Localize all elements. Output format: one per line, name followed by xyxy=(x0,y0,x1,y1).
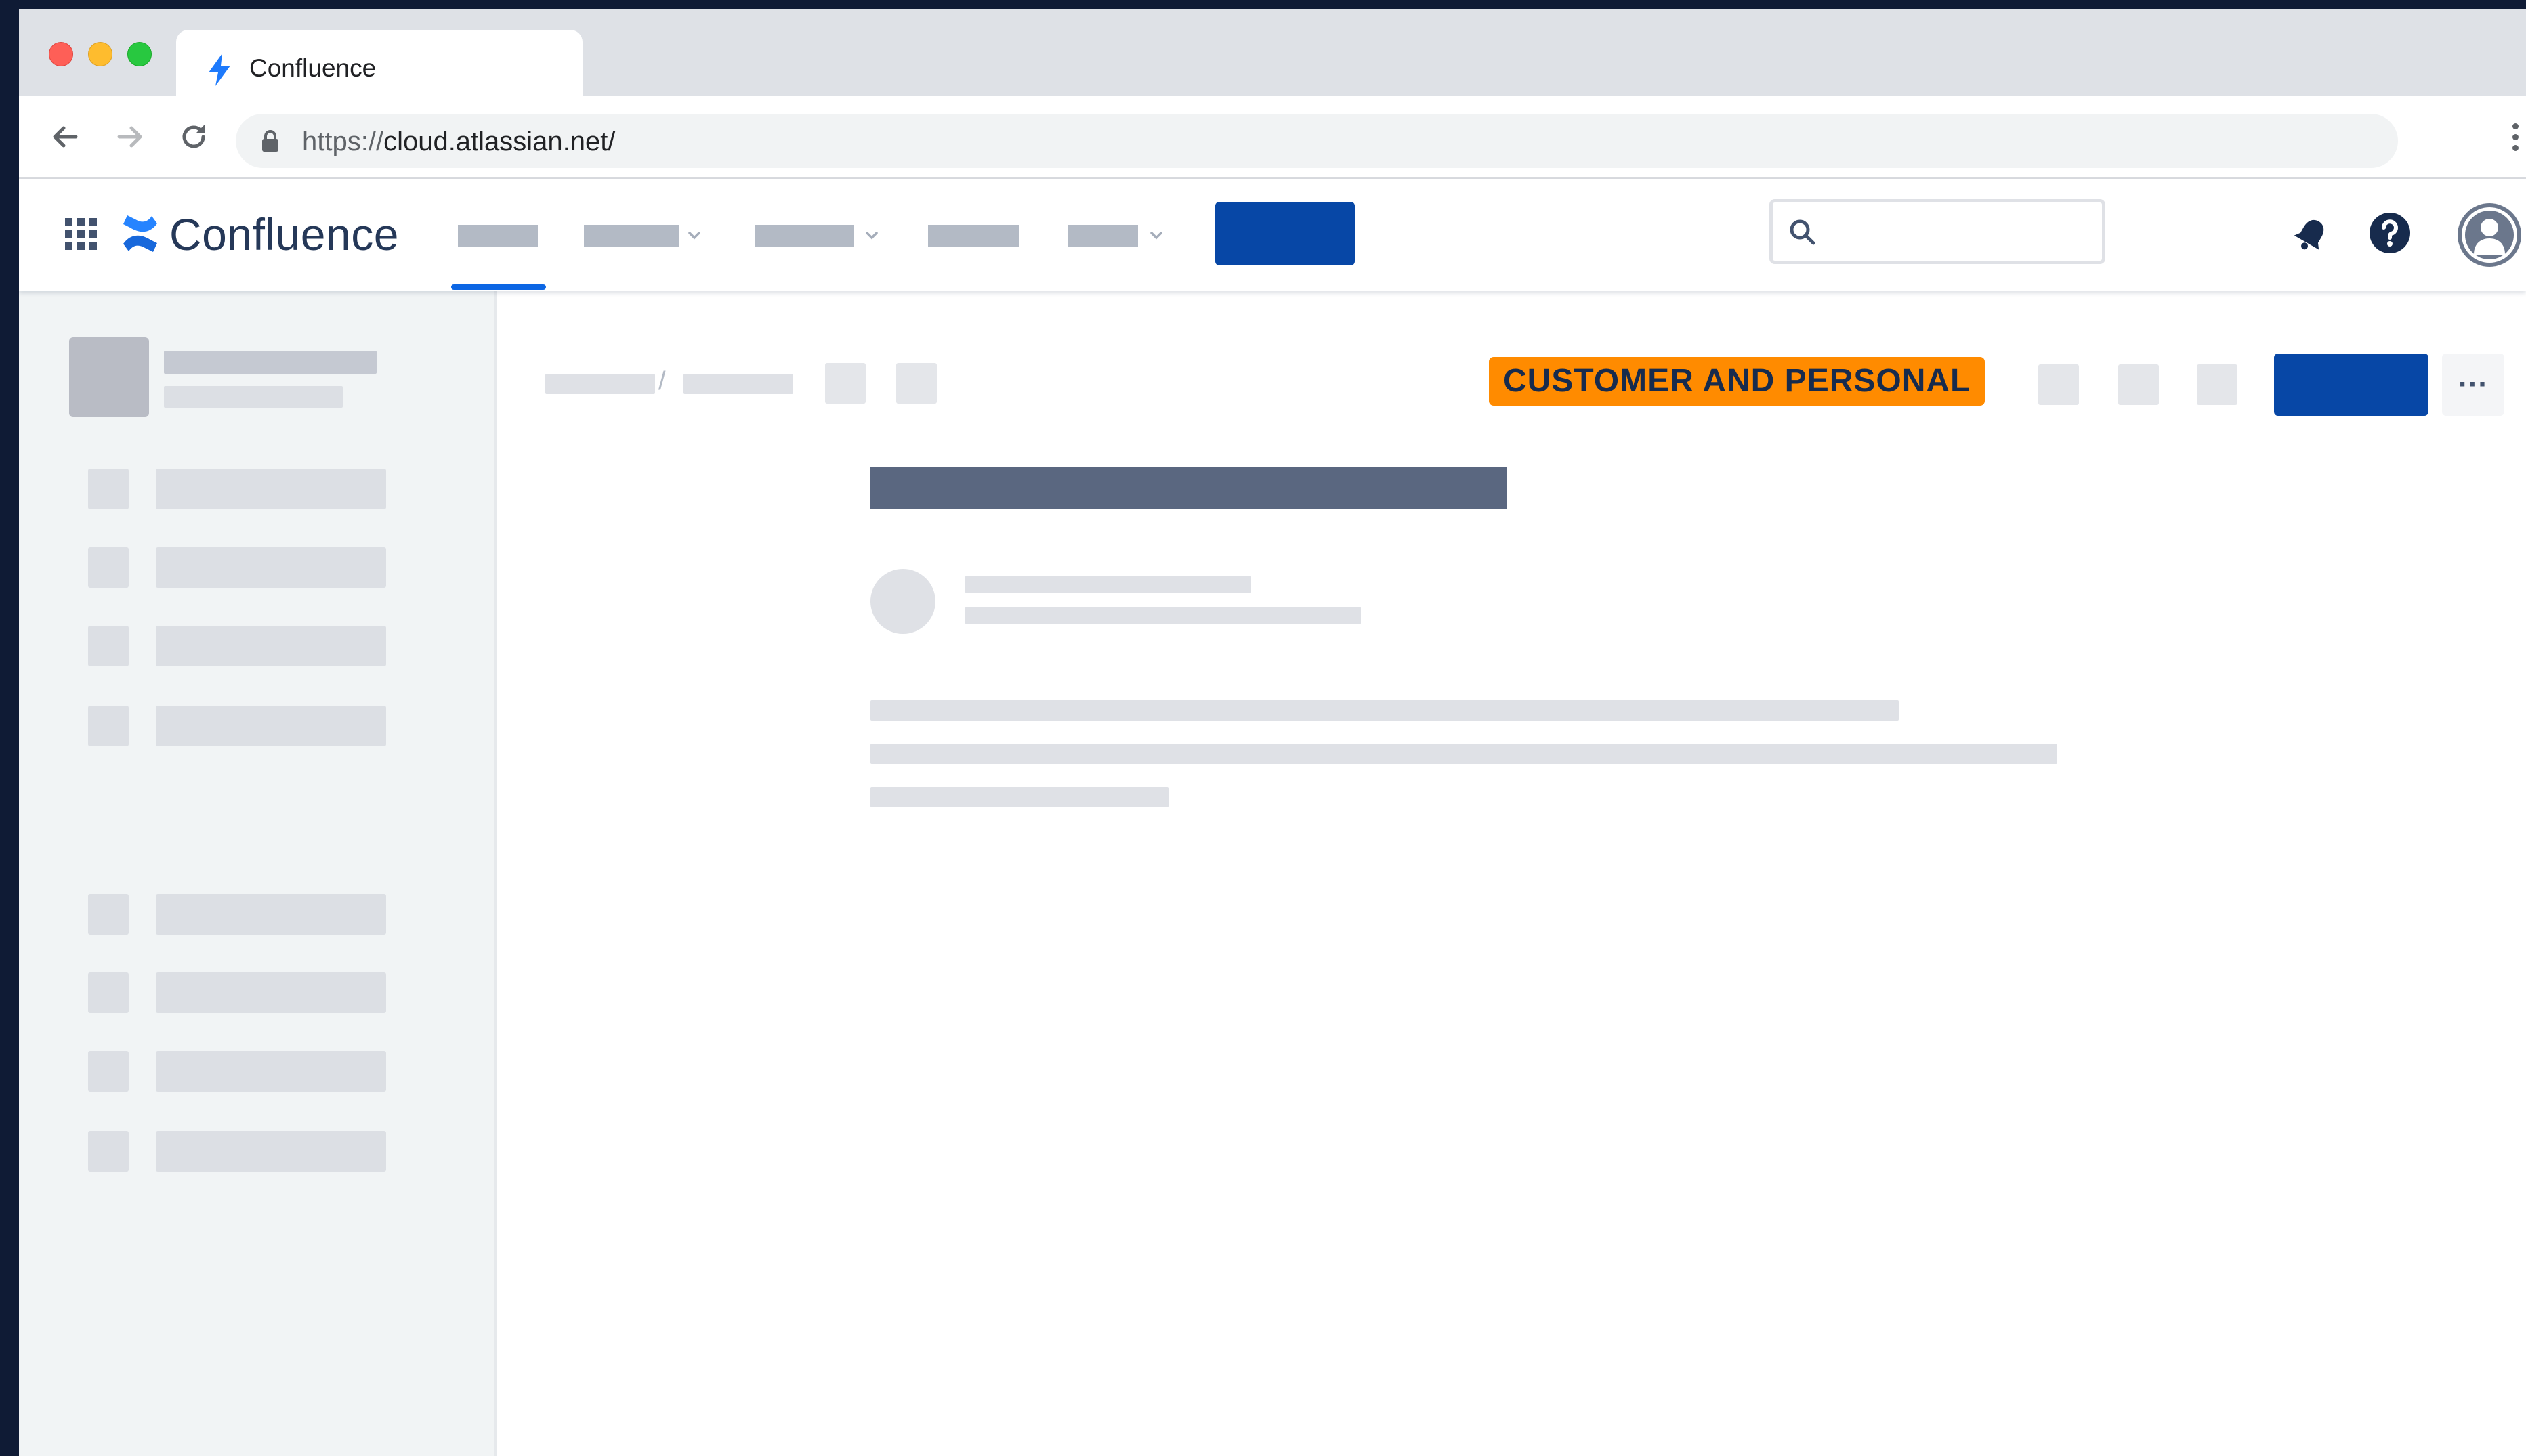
breadcrumb-item[interactable] xyxy=(683,374,793,394)
browser-toolbar: https://cloud.atlassian.net/ xyxy=(19,96,2526,179)
window-minimize-button[interactable] xyxy=(88,42,112,66)
sidebar-item[interactable] xyxy=(88,469,386,509)
sidebar-item[interactable] xyxy=(88,626,386,666)
sidebar-item-icon xyxy=(88,469,129,509)
sidebar-item-label xyxy=(156,1131,386,1172)
window-maximize-button[interactable] xyxy=(127,42,152,66)
address-bar[interactable]: https://cloud.atlassian.net/ xyxy=(236,114,2398,168)
author-avatar[interactable] xyxy=(870,569,935,634)
space-avatar[interactable] xyxy=(69,337,149,417)
page-tool-button[interactable] xyxy=(2118,364,2159,405)
sidebar-item-icon xyxy=(88,1051,129,1092)
app-header: Confluence xyxy=(19,179,2526,291)
sidebar-item[interactable] xyxy=(88,1051,386,1092)
page-content: / CUSTOMER AND PERSONAL ··· xyxy=(497,291,2526,1456)
sidebar-item[interactable] xyxy=(88,1131,386,1172)
sidebar-item-label xyxy=(156,894,386,935)
page-tool-button[interactable] xyxy=(2197,364,2237,405)
browser-tab-strip: Confluence xyxy=(19,9,2526,104)
product-name[interactable]: Confluence xyxy=(169,209,399,260)
back-arrow-icon[interactable] xyxy=(49,121,81,153)
sidebar-item[interactable] xyxy=(88,547,386,588)
sidebar-item-label xyxy=(156,469,386,509)
page-tool-button[interactable] xyxy=(2038,364,2079,405)
sidebar-item[interactable] xyxy=(88,706,386,746)
space-title-placeholder[interactable] xyxy=(164,351,377,374)
nav-item-1[interactable] xyxy=(458,225,538,247)
notification-bell-icon[interactable] xyxy=(2291,214,2332,255)
create-button[interactable] xyxy=(1215,202,1355,265)
sidebar-item-label xyxy=(156,1051,386,1092)
lightning-icon xyxy=(209,53,230,86)
author-name[interactable] xyxy=(965,576,1251,593)
app-switcher-icon[interactable] xyxy=(64,217,99,252)
confluence-logo-icon[interactable] xyxy=(121,213,160,255)
active-nav-indicator xyxy=(451,284,546,290)
browser-menu-icon[interactable] xyxy=(2512,123,2521,157)
sidebar-item-icon xyxy=(88,1131,129,1172)
breadcrumb-separator: / xyxy=(658,367,666,395)
sidebar-item-icon xyxy=(88,894,129,935)
nav-item-2[interactable] xyxy=(584,225,679,247)
chevron-down-icon[interactable] xyxy=(862,225,882,245)
body-text-line xyxy=(870,787,1169,807)
search-field[interactable] xyxy=(1769,199,2105,264)
sidebar-item-icon xyxy=(88,547,129,588)
user-avatar-icon[interactable] xyxy=(2456,202,2523,268)
search-icon xyxy=(1790,219,1815,245)
browser-tab-title: Confluence xyxy=(249,54,377,82)
classification-badge[interactable]: CUSTOMER AND PERSONAL xyxy=(1489,357,1985,406)
space-sidebar xyxy=(19,291,497,1456)
lock-icon xyxy=(262,130,278,152)
sidebar-item-icon xyxy=(88,972,129,1013)
help-icon[interactable] xyxy=(2368,211,2412,255)
space-subtitle-placeholder xyxy=(164,386,343,408)
sidebar-item-label xyxy=(156,547,386,588)
chevron-down-icon[interactable] xyxy=(1146,225,1166,245)
nav-item-3[interactable] xyxy=(755,225,854,247)
browser-window: Confluence https://cloud.atlassian.net/ xyxy=(19,9,2526,1456)
page-info-button[interactable] xyxy=(896,363,937,404)
url-text: https://cloud.atlassian.net/ xyxy=(302,127,616,156)
body-text-line xyxy=(870,700,1899,721)
search-input[interactable] xyxy=(1827,208,2094,257)
page-title xyxy=(870,467,1507,509)
forward-arrow-icon[interactable] xyxy=(114,121,146,153)
nav-item-5[interactable] xyxy=(1068,225,1138,247)
sidebar-item-label xyxy=(156,706,386,746)
sidebar-item-icon xyxy=(88,706,129,746)
primary-action-button[interactable] xyxy=(2274,354,2428,416)
breadcrumb-item[interactable] xyxy=(545,374,655,394)
nav-item-4[interactable] xyxy=(928,225,1019,247)
sidebar-item-label xyxy=(156,626,386,666)
more-actions-button[interactable]: ··· xyxy=(2442,354,2504,416)
reload-icon[interactable] xyxy=(177,121,210,153)
window-close-button[interactable] xyxy=(49,42,73,66)
sidebar-item-icon xyxy=(88,626,129,666)
sidebar-item[interactable] xyxy=(88,972,386,1013)
page-metadata xyxy=(965,607,1361,624)
page-restrictions-button[interactable] xyxy=(825,363,866,404)
sidebar-item-label xyxy=(156,972,386,1013)
body-text-line xyxy=(870,744,2057,764)
browser-tab[interactable]: Confluence xyxy=(176,30,583,104)
sidebar-item[interactable] xyxy=(88,894,386,935)
chevron-down-icon[interactable] xyxy=(684,225,704,245)
